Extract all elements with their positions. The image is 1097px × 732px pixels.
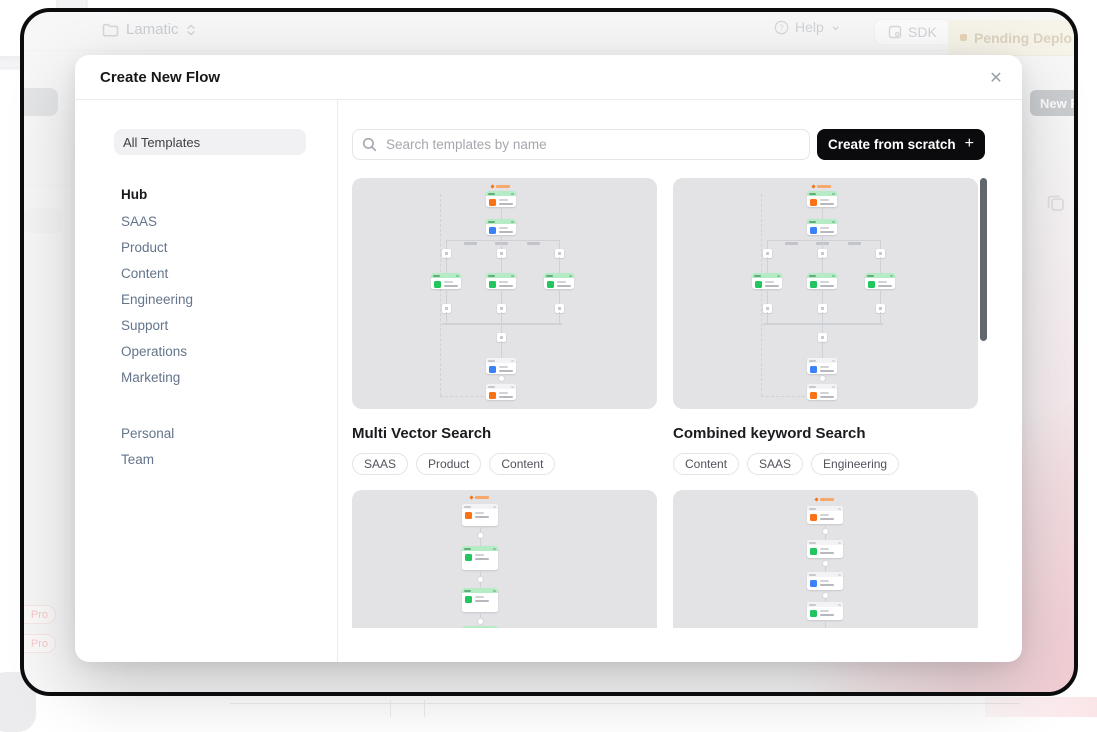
tag-saas: SAAS xyxy=(747,453,803,475)
search-icon xyxy=(362,137,377,152)
template-card[interactable] xyxy=(673,490,978,628)
flow-node xyxy=(462,588,498,612)
flow-node xyxy=(544,273,574,289)
flow-node xyxy=(486,358,516,374)
create-from-scratch-label: Create from scratch xyxy=(828,137,956,152)
template-thumbnail[interactable] xyxy=(673,490,978,628)
page-gridline xyxy=(424,700,425,717)
sidebar-item-team[interactable]: Team xyxy=(121,446,311,472)
sidebar-item-content[interactable]: Content xyxy=(121,260,311,286)
tag-engineering: Engineering xyxy=(811,453,899,475)
tag-saas: SAAS xyxy=(352,453,408,475)
flow-node xyxy=(431,273,461,289)
flow-node xyxy=(752,273,782,289)
flow-node xyxy=(807,358,837,374)
flow-node xyxy=(807,506,843,524)
template-title: Combined keyword Search xyxy=(673,425,978,442)
flow-node xyxy=(462,504,498,526)
close-icon[interactable]: ✕ xyxy=(983,65,1009,91)
sidebar-item-engineering[interactable]: Engineering xyxy=(121,286,311,312)
flow-node xyxy=(807,602,843,620)
flow-node xyxy=(486,273,516,289)
flow-node xyxy=(807,191,837,207)
sidebar-item-support[interactable]: Support xyxy=(121,312,311,338)
template-thumbnail[interactable] xyxy=(352,178,657,409)
trigger-label xyxy=(812,185,831,188)
scrollbar-thumb[interactable] xyxy=(980,178,987,341)
template-card[interactable] xyxy=(352,490,657,628)
tag-content: Content xyxy=(489,453,555,475)
flow-node xyxy=(865,273,895,289)
template-card-multi-vector-search[interactable]: Multi Vector Search SAAS Product Content xyxy=(352,178,657,475)
modal-title: Create New Flow xyxy=(100,69,220,86)
template-search[interactable] xyxy=(352,129,810,160)
flow-node xyxy=(462,546,498,570)
sidebar-item-saas[interactable]: SAAS xyxy=(121,208,311,234)
flow-node xyxy=(486,191,516,207)
template-title: Multi Vector Search xyxy=(352,425,657,442)
tag-content: Content xyxy=(673,453,739,475)
flow-node xyxy=(807,219,837,235)
sidebar-group-gap xyxy=(121,390,311,420)
page-gridline xyxy=(390,700,391,717)
sidebar-group-header-hub[interactable]: Hub xyxy=(121,180,311,208)
sidebar-item-operations[interactable]: Operations xyxy=(121,338,311,364)
template-tag-list: SAAS Product Content xyxy=(352,453,657,475)
page-pink-tint xyxy=(985,697,1097,717)
trigger-label xyxy=(470,496,489,499)
template-card-combined-keyword-search[interactable]: Combined keyword Search Content SAAS Engine… xyxy=(673,178,978,475)
template-thumbnail[interactable] xyxy=(352,490,657,628)
trigger-label xyxy=(815,498,834,501)
template-card-grid: Multi Vector SearchSAASProductContentCom… xyxy=(352,178,1064,628)
template-thumbnail[interactable] xyxy=(673,178,978,409)
create-from-scratch-button[interactable]: Create from scratch + xyxy=(817,129,985,160)
flow-node xyxy=(807,273,837,289)
search-input[interactable] xyxy=(384,136,800,153)
modal-sidebar-divider xyxy=(337,100,338,662)
template-category-list: HubSAASProductContentEngineeringSupportO… xyxy=(121,180,311,472)
flow-node xyxy=(486,219,516,235)
template-tag-list: Content SAAS Engineering xyxy=(673,453,978,475)
flow-node xyxy=(807,384,837,400)
tag-product: Product xyxy=(416,453,481,475)
sidebar-item-product[interactable]: Product xyxy=(121,234,311,260)
flow-node xyxy=(807,540,843,558)
flow-node xyxy=(486,384,516,400)
trigger-label xyxy=(491,185,510,188)
sidebar-item-all-templates[interactable]: All Templates xyxy=(114,129,306,155)
sidebar-item-marketing[interactable]: Marketing xyxy=(121,364,311,390)
page-gridline xyxy=(230,703,1020,704)
plus-icon: + xyxy=(965,135,974,153)
create-new-flow-modal: Create New Flow ✕ All Templates HubSAASP… xyxy=(75,55,1022,662)
modal-header-divider xyxy=(75,99,1022,100)
all-templates-label: All Templates xyxy=(123,135,200,150)
flow-node xyxy=(807,572,843,590)
flow-node xyxy=(462,626,498,628)
sidebar-item-personal[interactable]: Personal xyxy=(121,420,311,446)
